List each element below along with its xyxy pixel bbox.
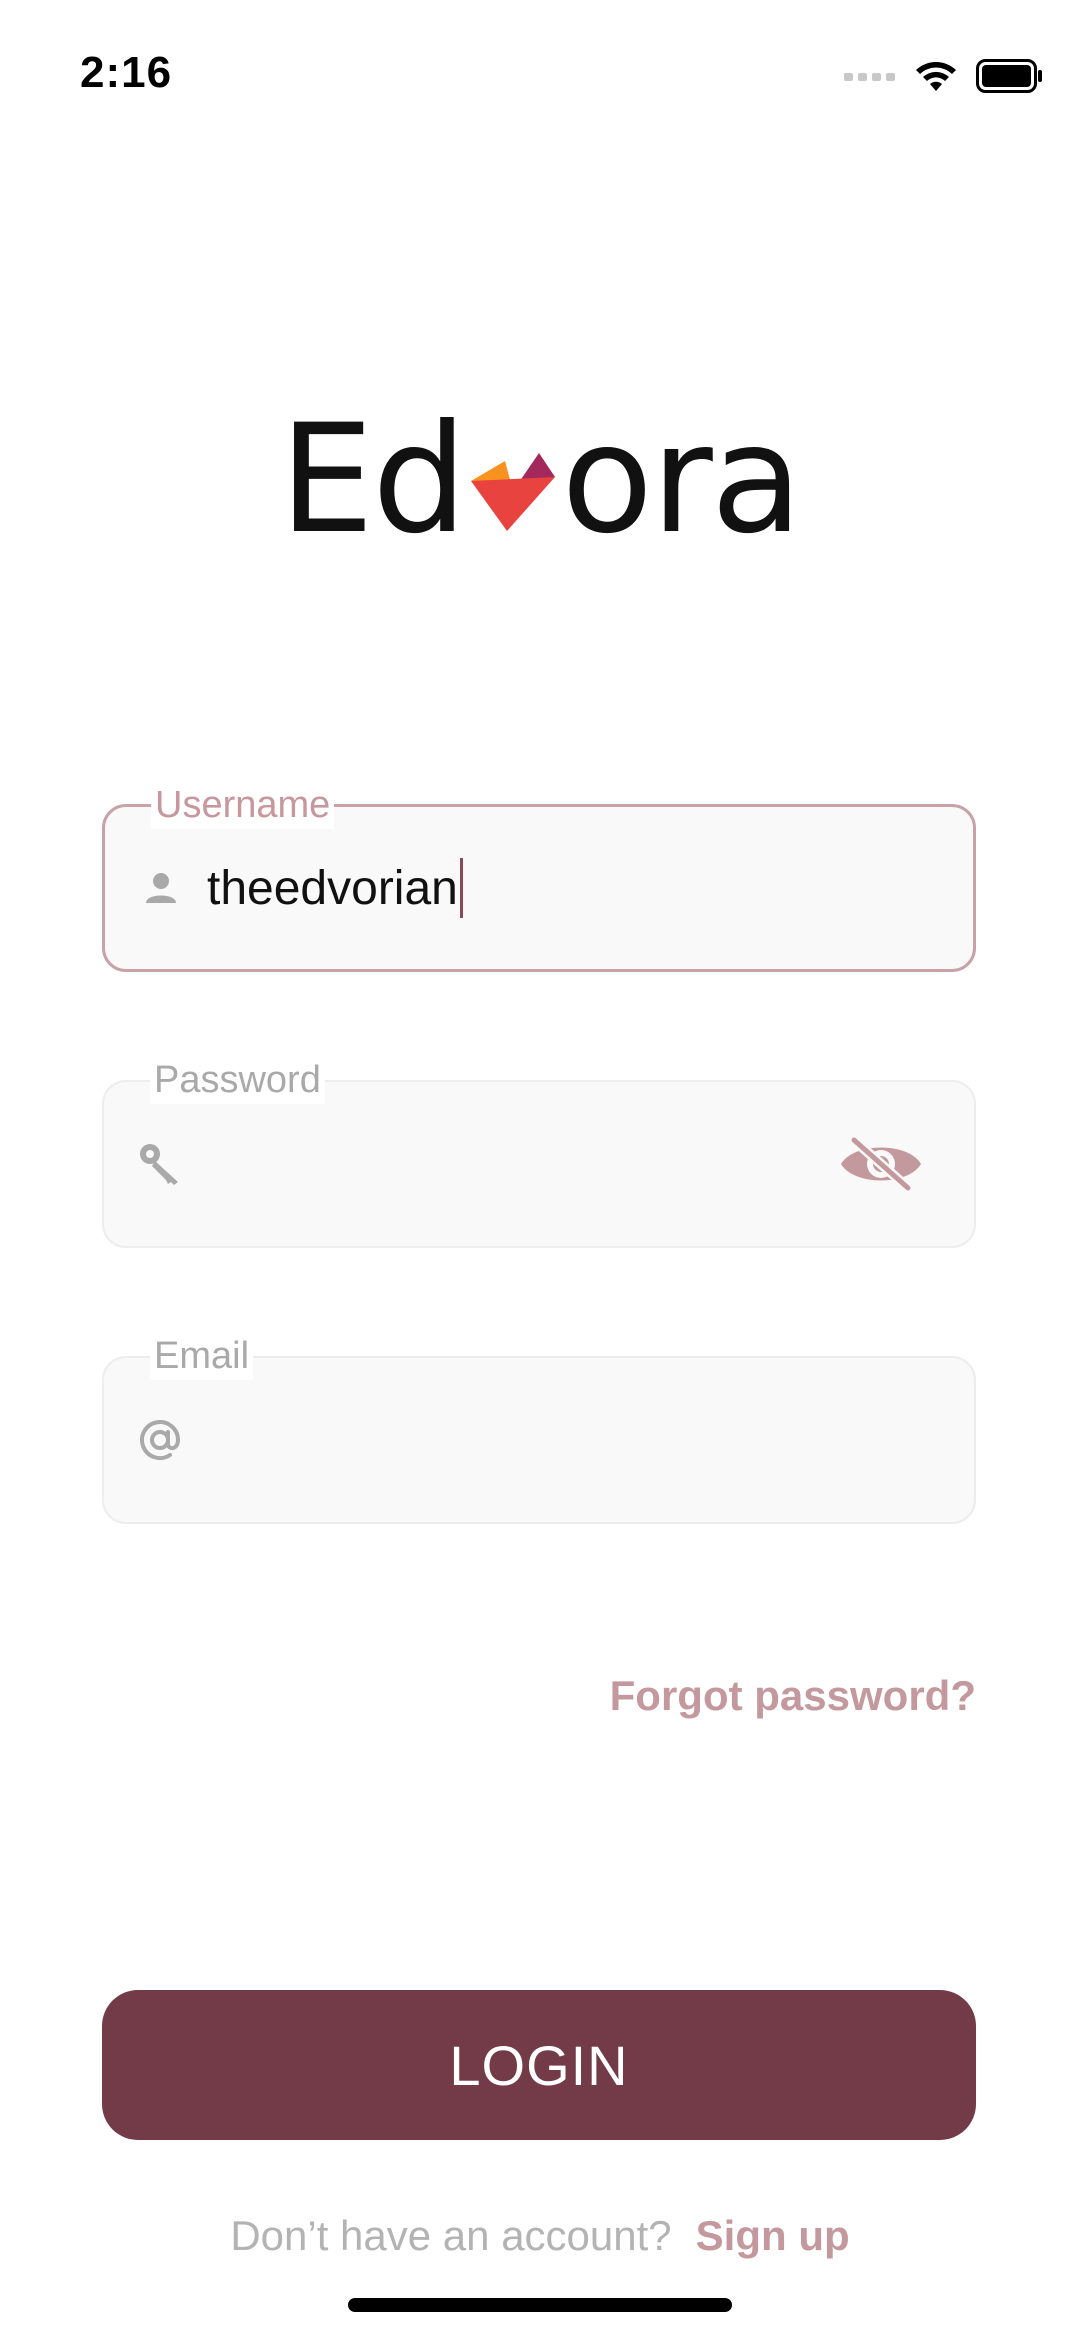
status-time: 2:16 — [80, 48, 173, 97]
logo-mark-icon — [467, 443, 559, 535]
person-icon — [139, 866, 183, 910]
status-icons — [844, 58, 1044, 98]
signup-prompt: Don’t have an account? — [230, 2212, 672, 2259]
edvora-logo: Ed ora — [0, 405, 1080, 555]
wifi-icon — [914, 59, 958, 98]
username-input[interactable]: theedvorian — [207, 858, 463, 918]
email-label: Email — [150, 1332, 254, 1380]
signup-row: Don’t have an account? Sign up — [0, 2212, 1080, 2260]
username-label: Username — [151, 781, 335, 829]
password-label: Password — [150, 1056, 325, 1104]
login-button[interactable]: LOGIN — [102, 1990, 976, 2140]
home-indicator[interactable] — [348, 2298, 732, 2312]
battery-icon — [976, 58, 1044, 98]
signup-link[interactable]: Sign up — [696, 2212, 850, 2260]
username-value: theedvorian — [207, 861, 458, 915]
logo-text-start: Ed — [279, 393, 467, 567]
forgot-password-link[interactable]: Forgot password? — [610, 1672, 976, 1720]
email-field[interactable]: Email — [102, 1332, 976, 1524]
signal-icon — [844, 69, 896, 88]
logo-text-end: ora — [561, 393, 802, 567]
password-field[interactable]: Password — [102, 1056, 976, 1248]
text-caret — [459, 858, 463, 918]
at-icon — [138, 1418, 182, 1462]
key-icon — [138, 1142, 182, 1186]
username-field[interactable]: Username theedvorian — [102, 781, 976, 972]
eye-off-icon[interactable] — [838, 1134, 924, 1194]
